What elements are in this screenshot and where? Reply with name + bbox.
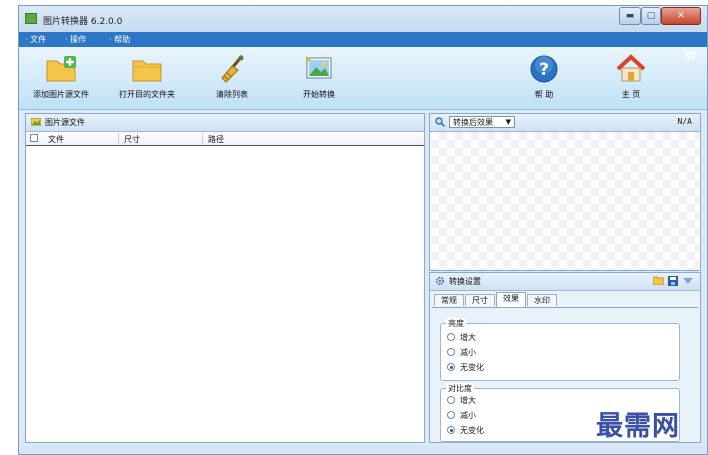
select-all-checkbox[interactable] xyxy=(30,134,38,142)
preview-status: N/A xyxy=(677,117,692,126)
preview-panel: 转换后效果 ▼ N/A xyxy=(429,113,701,271)
brightness-label: 亮度 xyxy=(446,318,466,329)
app-window: 图片转换器 6.2.0.0 ▬ ▢ ✕ · 文件 · 操作 · 帮助 添加图片源… xyxy=(18,5,708,455)
menu-operation[interactable]: · 操作 xyxy=(65,34,86,45)
tab-size[interactable]: 尺寸 xyxy=(465,294,495,306)
contrast-no-change[interactable]: 无变化 xyxy=(447,424,484,436)
menu-help[interactable]: · 帮助 xyxy=(109,34,130,45)
preview-canvas xyxy=(431,132,699,270)
file-list[interactable] xyxy=(26,146,424,442)
file-list-header: 文件 尺寸 路径 xyxy=(26,132,424,146)
source-files-panel: 图片源文件 文件 尺寸 路径 xyxy=(25,113,425,443)
open-dest-folder-button[interactable]: 打开目的文件夹 xyxy=(119,51,175,107)
collapse-icon[interactable] xyxy=(683,278,693,284)
toolbar: 添加图片源文件 打开目的文件夹 清除列表 开始转换 ? 帮 助 主 页 xyxy=(19,47,707,110)
column-size[interactable]: 尺寸 xyxy=(124,134,140,145)
tab-general[interactable]: 常规 xyxy=(434,294,464,306)
brightness-increase[interactable]: 增大 xyxy=(447,331,476,343)
folder-icon xyxy=(127,51,167,87)
maximize-button[interactable]: ▢ xyxy=(641,7,661,25)
contrast-decrease[interactable]: 减小 xyxy=(447,409,476,421)
home-button[interactable]: 主 页 xyxy=(611,51,651,107)
cart-icon[interactable] xyxy=(683,50,697,63)
menu-file[interactable]: · 文件 xyxy=(25,34,46,45)
settings-tabs: 常规 尺寸 效果 水印 xyxy=(432,292,698,308)
contrast-increase[interactable]: 增大 xyxy=(447,394,476,406)
brightness-group: 亮度 增大 减小 无变化 xyxy=(440,318,680,381)
source-panel-header: 图片源文件 xyxy=(26,114,424,132)
help-button[interactable]: ? 帮 助 xyxy=(524,51,564,107)
close-button[interactable]: ✕ xyxy=(661,7,701,25)
settings-header: 转换设置 xyxy=(430,273,700,291)
status-bar xyxy=(19,446,707,454)
open-folder-icon[interactable] xyxy=(653,276,664,285)
broom-icon xyxy=(212,51,252,87)
svg-text:?: ? xyxy=(539,60,549,80)
start-convert-button[interactable]: 开始转换 xyxy=(299,51,339,107)
brightness-no-change[interactable]: 无变化 xyxy=(447,361,484,373)
site-watermark: 最需网 xyxy=(596,411,680,442)
magnifier-icon xyxy=(435,117,445,127)
dropdown-arrow-icon: ▼ xyxy=(505,118,511,126)
gear-icon xyxy=(435,276,445,286)
title-bar: 图片转换器 6.2.0.0 ▬ ▢ ✕ xyxy=(19,6,707,32)
preview-mode-select[interactable]: 转换后效果 ▼ xyxy=(449,116,515,128)
menu-bar: · 文件 · 操作 · 帮助 xyxy=(19,32,707,47)
clear-list-button[interactable]: 清除列表 xyxy=(212,51,252,107)
brightness-decrease[interactable]: 减小 xyxy=(447,346,476,358)
home-icon xyxy=(611,51,651,87)
app-icon xyxy=(25,13,37,24)
image-convert-icon xyxy=(299,51,339,87)
column-file[interactable]: 文件 xyxy=(48,134,64,145)
preview-header: 转换后效果 ▼ N/A xyxy=(430,114,700,132)
add-source-button[interactable]: 添加图片源文件 xyxy=(33,51,89,107)
minimize-button[interactable]: ▬ xyxy=(619,7,641,25)
tab-watermark[interactable]: 水印 xyxy=(527,294,557,306)
contrast-label: 对比度 xyxy=(446,383,474,394)
settings-title: 转换设置 xyxy=(449,277,481,286)
tab-effects[interactable]: 效果 xyxy=(496,292,526,307)
column-path[interactable]: 路径 xyxy=(208,134,224,145)
window-title: 图片转换器 6.2.0.0 xyxy=(43,17,123,27)
folder-add-icon xyxy=(41,51,81,87)
save-icon[interactable] xyxy=(668,276,678,286)
help-icon: ? xyxy=(524,51,564,87)
source-panel-title: 图片源文件 xyxy=(45,118,85,127)
image-icon xyxy=(31,118,41,126)
